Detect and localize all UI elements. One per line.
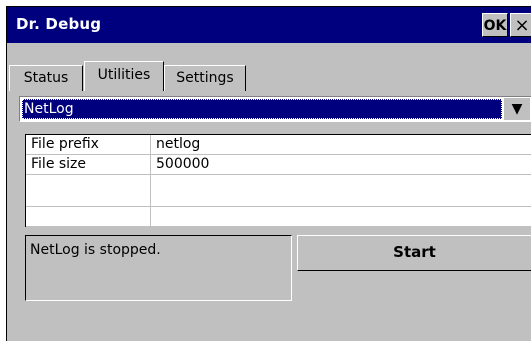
property-name bbox=[31, 207, 149, 227]
table-row[interactable]: File prefix netlog bbox=[26, 135, 531, 155]
ok-button[interactable]: OK bbox=[482, 13, 508, 37]
property-name: File size bbox=[31, 156, 87, 172]
dr-debug-window: Dr. Debug OK × Status Utilities Settings… bbox=[6, 6, 531, 341]
close-button[interactable]: × bbox=[510, 13, 531, 37]
property-value[interactable]: 500000 bbox=[156, 155, 526, 175]
title-bar: Dr. Debug OK × bbox=[7, 7, 531, 43]
window-title: Dr. Debug bbox=[16, 15, 102, 33]
properties-grid: File prefix netlog File size 500000 bbox=[25, 134, 531, 227]
property-value[interactable]: netlog bbox=[156, 135, 526, 155]
table-row[interactable] bbox=[26, 175, 531, 207]
tab-strip: Status Utilities Settings bbox=[7, 43, 531, 91]
table-row[interactable] bbox=[26, 207, 531, 227]
utility-select[interactable]: NetLog ▼ bbox=[19, 96, 531, 122]
start-button[interactable]: Start bbox=[297, 235, 531, 271]
property-name bbox=[31, 175, 149, 195]
property-value[interactable] bbox=[156, 175, 526, 195]
property-name: File prefix bbox=[31, 136, 99, 152]
property-value[interactable] bbox=[156, 207, 526, 227]
tab-utilities[interactable]: Utilities bbox=[84, 61, 164, 91]
table-row[interactable]: File size 500000 bbox=[26, 155, 531, 175]
tab-status[interactable]: Status bbox=[9, 65, 83, 91]
status-box: NetLog is stopped. bbox=[25, 235, 292, 301]
utility-select-value[interactable]: NetLog bbox=[22, 99, 502, 119]
close-icon: × bbox=[514, 15, 530, 36]
chevron-down-icon[interactable]: ▼ bbox=[504, 98, 530, 120]
tab-settings[interactable]: Settings bbox=[164, 65, 246, 91]
status-text: NetLog is stopped. bbox=[30, 242, 161, 258]
